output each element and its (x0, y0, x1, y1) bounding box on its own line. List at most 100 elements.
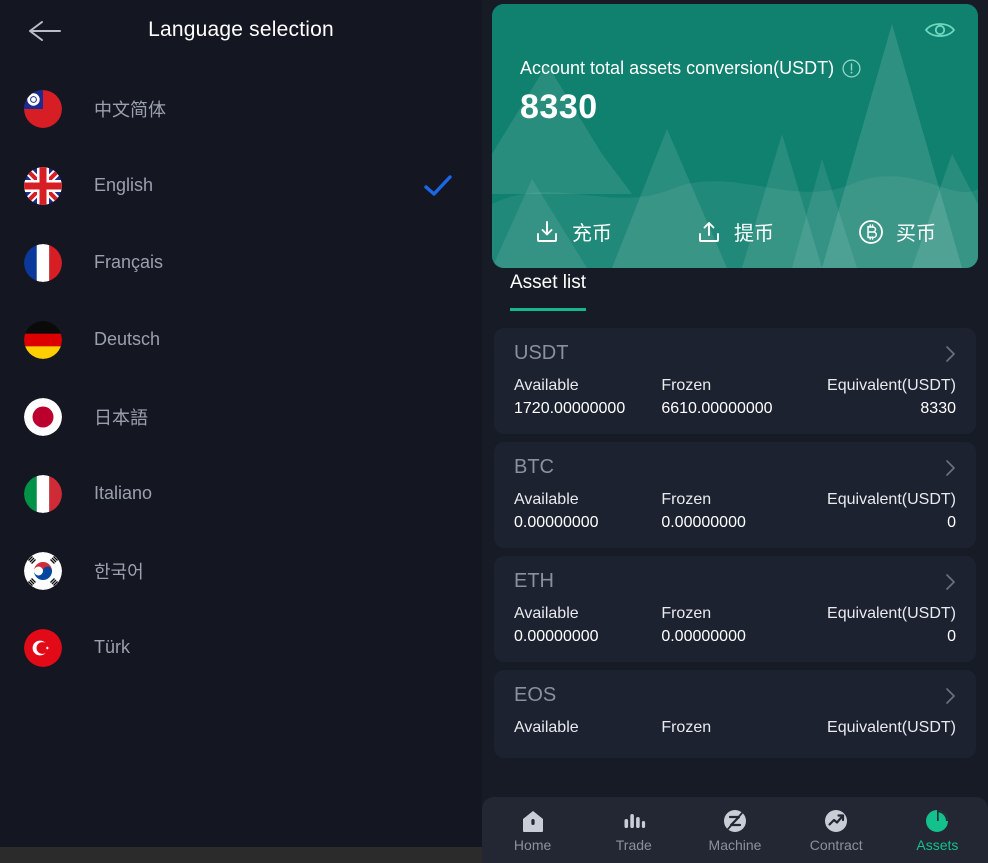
available-column: Available (514, 719, 661, 742)
nav-label: Home (514, 837, 551, 853)
asset-row-eos[interactable]: EOS Available Frozen (494, 670, 976, 758)
nav-item-trade[interactable]: Trade (583, 808, 684, 853)
flag-fr-icon (24, 244, 62, 282)
trend-arrow-circle-icon (823, 808, 849, 834)
language-item-en[interactable]: English (0, 147, 482, 224)
language-label: Deutsch (94, 329, 160, 350)
language-label: Türk (94, 637, 130, 658)
asset-symbol: BTC (514, 456, 554, 479)
frozen-value: 0.00000000 (661, 514, 808, 532)
equivalent-value: 8330 (809, 400, 956, 418)
home-indicator-strip (0, 847, 482, 863)
assets-panel: Account total assets conversion(USDT) 83… (482, 0, 988, 863)
asset-symbol: USDT (514, 342, 568, 365)
asset-list[interactable]: USDT Available 1720.00000000 Frozen 66 (482, 328, 988, 798)
frozen-value: 0.00000000 (661, 628, 808, 646)
arrow-left-icon[interactable] (26, 18, 62, 44)
nav-item-home[interactable]: Home (482, 808, 583, 853)
asset-head: EOS (514, 684, 956, 707)
bar-chart-icon (621, 808, 647, 834)
bottom-navigation: Home Trade (482, 797, 988, 863)
equivalent-column: Equivalent(USDT) 8330 (809, 377, 956, 418)
asset-columns: Available 0.00000000 Frozen 0.00000000 E… (514, 491, 956, 532)
language-item-de[interactable]: Deutsch (0, 301, 482, 378)
asset-columns: Available 1720.00000000 Frozen 6610.0000… (514, 377, 956, 418)
frozen-column: Frozen 0.00000000 (661, 605, 808, 646)
chevron-right-icon (945, 687, 956, 705)
flag-kr-icon (24, 552, 62, 590)
buy-coin-button[interactable]: 买币 (816, 217, 978, 246)
language-item-zh[interactable]: 中文简体 (0, 70, 482, 147)
language-label: 한국어 (94, 558, 144, 584)
chevron-right-icon (945, 345, 956, 363)
tab-asset-list[interactable]: Asset list (510, 272, 586, 311)
asset-row-usdt[interactable]: USDT Available 1720.00000000 Frozen 66 (494, 328, 976, 434)
withdraw-label: 提币 (734, 217, 774, 246)
eye-icon[interactable] (924, 18, 956, 42)
available-value: 1720.00000000 (514, 400, 661, 418)
house-icon (520, 808, 546, 834)
language-label: 日本語 (94, 404, 148, 430)
balance-amount: 8330 (520, 88, 598, 127)
balance-title: Account total assets conversion(USDT) (520, 58, 834, 79)
equivalent-value: 0 (809, 514, 956, 532)
chevron-right-icon (945, 459, 956, 477)
check-icon (422, 174, 454, 198)
available-label: Available (514, 605, 661, 623)
deposit-button[interactable]: 充币 (492, 217, 654, 246)
available-label: Available (514, 491, 661, 509)
nav-item-machine[interactable]: Machine (684, 808, 785, 853)
available-label: Available (514, 719, 661, 737)
equivalent-label: Equivalent(USDT) (809, 605, 956, 623)
available-value: 0.00000000 (514, 628, 661, 646)
flag-jp-icon (24, 398, 62, 436)
available-value: 0.00000000 (514, 514, 661, 532)
nav-item-contract[interactable]: Contract (786, 808, 887, 853)
flag-tw-icon (24, 90, 62, 128)
equivalent-label: Equivalent(USDT) (809, 377, 956, 395)
asset-columns: Available 0.00000000 Frozen 0.00000000 E… (514, 605, 956, 646)
app-screen: Language selection 中文简体 (0, 0, 988, 863)
language-label: Italiano (94, 483, 152, 504)
asset-symbol: EOS (514, 684, 556, 707)
nav-item-assets[interactable]: Assets (887, 808, 988, 853)
language-selection-panel: Language selection 中文简体 (0, 0, 482, 863)
asset-head: USDT (514, 342, 956, 365)
asset-columns: Available Frozen Equivalent(USDT) (514, 719, 956, 742)
language-item-ja[interactable]: 日本語 (0, 378, 482, 455)
frozen-label: Frozen (661, 491, 808, 509)
language-label: English (94, 175, 153, 196)
pie-chart-icon (924, 808, 950, 834)
language-item-fr[interactable]: Français (0, 224, 482, 301)
chevron-right-icon (945, 573, 956, 591)
language-header: Language selection (0, 0, 482, 60)
asset-head: ETH (514, 570, 956, 593)
frozen-value: 6610.00000000 (661, 400, 808, 418)
language-item-ko[interactable]: 한국어 (0, 532, 482, 609)
language-item-tr[interactable]: Türk (0, 609, 482, 686)
language-list: 中文简体 English (0, 60, 482, 686)
equivalent-column: Equivalent(USDT) (809, 719, 956, 742)
equivalent-value: 0 (809, 628, 956, 646)
flag-gb-icon (24, 167, 62, 205)
balance-actions: 充币 提币 (492, 217, 978, 246)
nav-label: Assets (916, 837, 958, 853)
info-circle-icon[interactable] (842, 59, 861, 78)
language-label: 中文简体 (94, 96, 166, 122)
available-column: Available 0.00000000 (514, 491, 661, 532)
available-label: Available (514, 377, 661, 395)
language-label: Français (94, 252, 163, 273)
frozen-label: Frozen (661, 377, 808, 395)
asset-row-eth[interactable]: ETH Available 0.00000000 Frozen 0.0000 (494, 556, 976, 662)
available-column: Available 1720.00000000 (514, 377, 661, 418)
withdraw-button[interactable]: 提币 (654, 217, 816, 246)
language-item-it[interactable]: Italiano (0, 455, 482, 532)
nav-label: Contract (810, 837, 863, 853)
withdraw-tray-icon (696, 219, 722, 245)
asset-row-btc[interactable]: BTC Available 0.00000000 Frozen 0.0000 (494, 442, 976, 548)
flag-tr-icon (24, 629, 62, 667)
machine-circle-icon (722, 808, 748, 834)
balance-card: Account total assets conversion(USDT) 83… (492, 4, 978, 268)
asset-symbol: ETH (514, 570, 554, 593)
flag-it-icon (24, 475, 62, 513)
